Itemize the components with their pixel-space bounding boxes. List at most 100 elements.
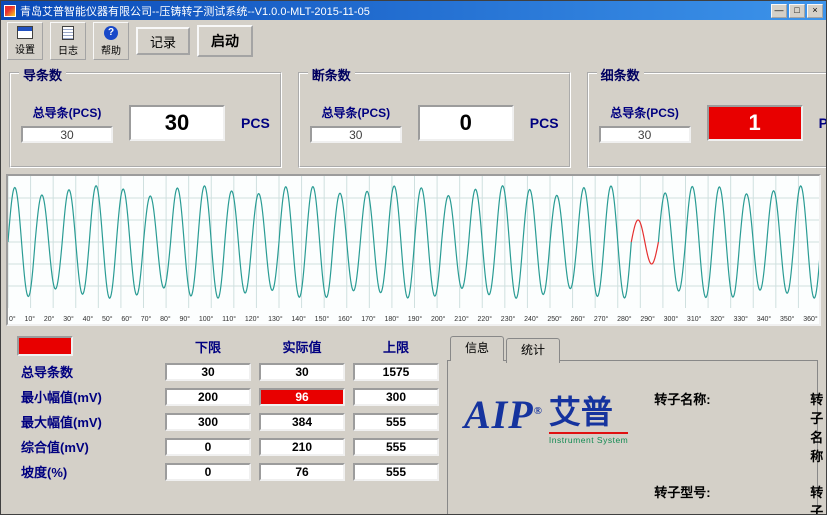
info-tabs: 信息 统计 <box>447 336 818 361</box>
bar-count-display: 30 <box>129 105 225 141</box>
limit-row-label: 坡度(%) <box>9 462 157 481</box>
thin-bar-display: 1 <box>707 105 803 141</box>
limits-grid: 下限 实际值 上限 总导条数30301575最小幅值(mV)20096300最大… <box>9 336 437 481</box>
thin-bar-setting-label: 总导条(PCS) <box>610 104 679 121</box>
x-axis-tick: 170° <box>361 316 375 323</box>
x-axis-tick: 320° <box>710 316 724 323</box>
aip-logo: AIP® 艾普 Instrument System <box>464 395 628 515</box>
x-axis-tick: 30° <box>63 316 74 323</box>
limits-table: 下限 实际值 上限 总导条数30301575最小幅值(mV)20096300最大… <box>9 336 437 515</box>
broken-bar-unit: PCS <box>530 115 559 131</box>
actual-value-header: 实际值 <box>259 337 345 356</box>
info-panel: 信息 统计 AIP® 艾普 Instrument System 转子名称:转子名… <box>447 336 818 515</box>
bar-count-setting: 总导条(PCS) 30 <box>21 104 113 143</box>
info-tab-page: AIP® 艾普 Instrument System 转子名称:转子名称转子型号:… <box>447 360 818 515</box>
limit-upper-value: 555 <box>353 413 439 431</box>
logo-text: AIP® <box>464 395 543 435</box>
logo-chinese: 艾普 <box>549 395 628 430</box>
info-field-value: 转子名称 <box>810 389 824 465</box>
x-axis-tick: 160° <box>338 316 352 323</box>
help-button[interactable]: ? 帮助 <box>93 22 129 60</box>
maximize-button[interactable]: □ <box>789 4 805 18</box>
x-axis-tick: 90° <box>179 316 190 323</box>
limit-actual-value: 96 <box>259 388 345 406</box>
tab-info[interactable]: 信息 <box>450 336 504 361</box>
limit-upper-value: 300 <box>353 388 439 406</box>
x-axis-tick: 140° <box>291 316 305 323</box>
close-button[interactable]: × <box>807 4 823 18</box>
log-button[interactable]: 日志 <box>50 22 86 60</box>
waveform-plot <box>8 176 821 308</box>
help-icon: ? <box>104 26 118 40</box>
tab-statistics[interactable]: 统计 <box>506 338 560 363</box>
bar-count-setting-input[interactable]: 30 <box>21 126 113 143</box>
x-axis-tick: 70° <box>141 316 152 323</box>
alarm-indicator <box>17 336 73 356</box>
broken-bar-setting-input[interactable]: 30 <box>310 126 402 143</box>
counter-panels: 导条数 总导条(PCS) 30 30 PCS 断条数 总导条(PCS) 30 0… <box>9 72 818 168</box>
limit-actual-value: 210 <box>259 438 345 456</box>
x-axis-tick: 200° <box>431 316 445 323</box>
limit-lower-value: 0 <box>165 438 251 456</box>
x-axis-tick: 210° <box>454 316 468 323</box>
log-icon <box>62 26 74 40</box>
window-controls: — □ × <box>771 4 823 18</box>
limit-lower-value: 300 <box>165 413 251 431</box>
x-axis-tick: 290° <box>640 316 654 323</box>
bar-count-title: 导条数 <box>19 65 66 84</box>
x-axis-tick: 350° <box>780 316 794 323</box>
toolbar: 设置 日志 ? 帮助 记录 启动 <box>1 20 826 62</box>
x-axis-tick: 220° <box>478 316 492 323</box>
limit-lower-value: 30 <box>165 363 251 381</box>
help-label: 帮助 <box>101 42 121 57</box>
x-axis-tick: 110° <box>222 316 236 323</box>
broken-bar-display: 0 <box>418 105 514 141</box>
limit-row-label: 总导条数 <box>9 362 157 381</box>
x-axis-tick: 150° <box>315 316 329 323</box>
upper-limit-header: 上限 <box>353 337 439 356</box>
limit-row-label: 最大幅值(mV) <box>9 412 157 431</box>
x-axis-tick: 130° <box>268 316 282 323</box>
bar-count-body: 总导条(PCS) 30 30 PCS <box>11 74 280 166</box>
x-axis-tick: 20° <box>44 316 55 323</box>
bar-count-unit: PCS <box>241 115 270 131</box>
broken-bar-setting-label: 总导条(PCS) <box>321 104 390 121</box>
x-axis-tick: 80° <box>160 316 171 323</box>
limit-row-label: 综合值(mV) <box>9 437 157 456</box>
record-button[interactable]: 记录 <box>136 27 190 55</box>
waveform-chart: 0°10°20°30°40°50°60°70°80°90°100°110°120… <box>6 174 821 326</box>
limit-upper-value: 1575 <box>353 363 439 381</box>
broken-bar-body: 总导条(PCS) 30 0 PCS <box>300 74 569 166</box>
minimize-button[interactable]: — <box>771 4 787 18</box>
x-axis-tick: 250° <box>547 316 561 323</box>
app-window: 青岛艾普智能仪器有限公司--压铸转子测试系统--V1.0.0-MLT-2015-… <box>0 0 827 515</box>
x-axis-tick: 230° <box>501 316 515 323</box>
lower-limit-header: 下限 <box>165 337 251 356</box>
x-axis-tick: 190° <box>408 316 422 323</box>
broken-bar-setting: 总导条(PCS) 30 <box>310 104 402 143</box>
limit-actual-value: 76 <box>259 463 345 481</box>
titlebar: 青岛艾普智能仪器有限公司--压铸转子测试系统--V1.0.0-MLT-2015-… <box>1 1 826 20</box>
x-axis-tick: 10° <box>24 316 35 323</box>
x-axis-tick: 180° <box>384 316 398 323</box>
settings-button[interactable]: 设置 <box>7 22 43 60</box>
thin-bar-unit: PCS <box>819 115 827 131</box>
bar-count-setting-label: 总导条(PCS) <box>33 104 102 121</box>
thin-bar-title: 细条数 <box>597 65 644 84</box>
settings-icon <box>17 26 33 39</box>
registered-mark: ® <box>534 405 543 417</box>
start-button[interactable]: 启动 <box>197 25 253 57</box>
x-axis-tick: 360° <box>803 316 817 323</box>
x-axis: 0°10°20°30°40°50°60°70°80°90°100°110°120… <box>8 313 819 326</box>
thin-bar-groupbox: 细条数 总导条(PCS) 30 1 PCS <box>587 72 827 168</box>
info-field-label: 转子名称: <box>654 389 804 465</box>
x-axis-tick: 40° <box>83 316 94 323</box>
x-axis-tick: 300° <box>664 316 678 323</box>
x-axis-tick: 60° <box>121 316 132 323</box>
broken-bar-title: 断条数 <box>308 65 355 84</box>
limit-lower-value: 200 <box>165 388 251 406</box>
limit-upper-value: 555 <box>353 463 439 481</box>
thin-bar-setting-input[interactable]: 30 <box>599 126 691 143</box>
settings-label: 设置 <box>15 41 35 56</box>
rotor-info-fields: 转子名称:转子名称转子型号:转子型号传感器距离(mm):10传感器角度(°):1… <box>654 389 824 515</box>
